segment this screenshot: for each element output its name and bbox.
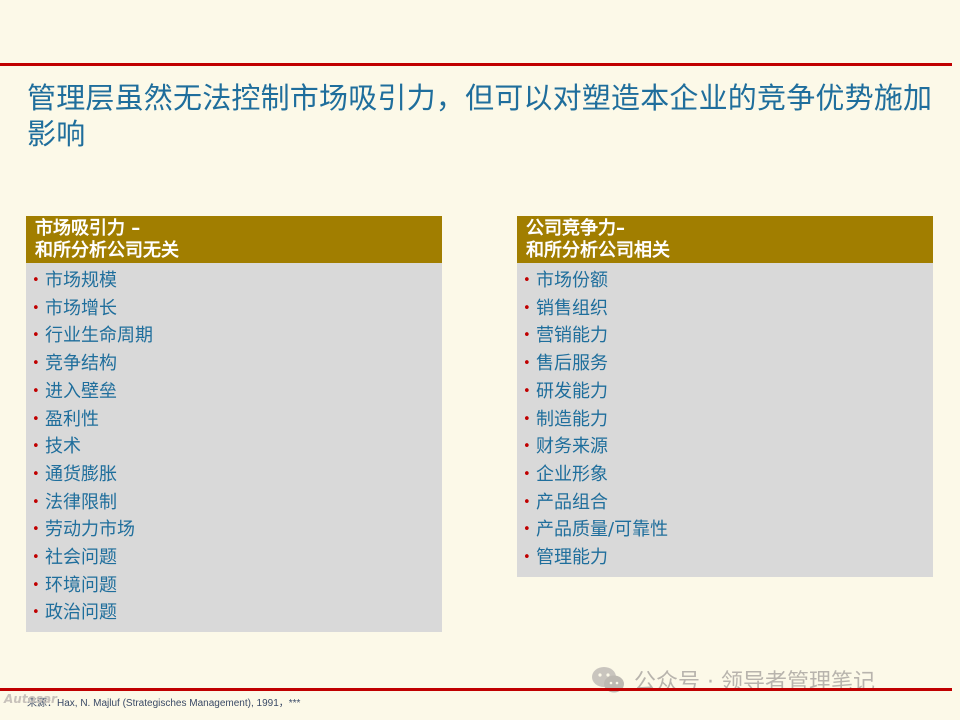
competitiveness-factor-item-label: 制造能力 [536,408,608,430]
market-factor-item-label: 政治问题 [45,602,117,624]
bullet-icon: • [32,522,40,538]
competitiveness-factor-item-label: 管理能力 [536,547,608,569]
market-attractiveness-panel: 市场吸引力 – 和所分析公司无关 • 市场规模 • 市场增长 • 行业生命周期 • 竞争结构 •… [26,216,442,633]
market-factor-item-label: 劳动力市场 [45,519,135,541]
market-attractiveness-list-box: • 市场规模 • 市场增长 • 行业生命周期 • 竞争结构 • 进入壁垒 • 盈利性 • 技术 • 通货膨胀 •… [26,263,442,633]
market-factor-item: • 行业生命周期 [32,322,442,350]
bullet-icon: • [523,494,531,510]
competitiveness-factor-item: • 售后服务 [523,350,933,378]
bottom-divider [0,688,952,691]
market-factor-item-label: 市场增长 [45,297,117,319]
competitiveness-factor-item: • 产品组合 [523,489,933,517]
market-factor-item: • 政治问题 [32,599,442,627]
competitiveness-factor-item: • 销售组织 [523,295,933,323]
competitiveness-factor-item: • 产品质量/可靠性 [523,516,933,544]
market-factor-item-label: 盈利性 [45,408,99,430]
market-factor-item: • 通货膨胀 [32,461,442,489]
bullet-icon: • [32,605,40,621]
market-factor-item-label: 法律限制 [45,491,117,513]
competitiveness-factor-item: • 市场份额 [523,267,933,295]
company-competitiveness-panel: 公司竞争力– 和所分析公司相关 • 市场份额 • 销售组织 • 营销能力 • 售后服务 • 研发能… [517,216,933,577]
market-factor-item: • 进入壁垒 [32,378,442,406]
company-competitiveness-list-box: • 市场份额 • 销售组织 • 营销能力 • 售后服务 • 研发能力 • 制造能力 • 财务来源 • 企业形象… [517,263,933,577]
watermark-text: 公众号 · 领导者管理笔记 [634,670,875,695]
company-competitiveness-list: • 市场份额 • 销售组织 • 营销能力 • 售后服务 • 研发能力 • 制造能力 • 财务来源 • 企业形象… [523,267,933,572]
competitiveness-factor-item: • 研发能力 [523,378,933,406]
source-citation: 来源：Hax, N. Majluf (Strategisches Managem… [27,698,301,709]
top-divider [0,63,952,66]
bullet-icon: • [523,356,531,372]
market-factor-item: • 技术 [32,433,442,461]
market-factor-item: • 环境问题 [32,572,442,600]
competitiveness-factor-item-label: 售后服务 [536,353,608,375]
competitiveness-factor-item-label: 产品质量/可靠性 [536,519,669,541]
market-factor-item-label: 技术 [45,436,81,458]
bullet-icon: • [32,577,40,593]
bullet-icon: • [32,466,40,482]
bullet-icon: • [32,300,40,316]
bullet-icon: • [523,383,531,399]
competitiveness-factor-item: • 管理能力 [523,544,933,572]
competitiveness-factor-item-label: 财务来源 [536,436,608,458]
market-attractiveness-heading-line2: 和所分析公司无关 [35,239,179,261]
bullet-icon: • [523,328,531,344]
market-factor-item-label: 竞争结构 [45,353,117,375]
market-factor-item-label: 环境问题 [45,574,117,596]
market-factor-item: • 劳动力市场 [32,516,442,544]
competitiveness-factor-item-label: 销售组织 [536,297,608,319]
competitiveness-factor-item: • 财务来源 [523,433,933,461]
market-factor-item-label: 社会问题 [45,547,117,569]
corner-logo: Autosar [4,692,57,706]
market-factor-item-label: 通货膨胀 [45,463,117,485]
market-factor-item: • 盈利性 [32,406,442,434]
competitiveness-factor-item-label: 营销能力 [536,325,608,347]
market-factor-item-label: 行业生命周期 [45,325,153,347]
bullet-icon: • [32,550,40,566]
bullet-icon: • [523,273,531,288]
competitiveness-factor-item: • 企业形象 [523,461,933,489]
bullet-icon: • [32,494,40,510]
bullet-icon: • [523,466,531,482]
bullet-icon: • [523,439,531,455]
bullet-icon: • [32,328,40,344]
bullet-icon: • [32,439,40,455]
market-factor-item-label: 进入壁垒 [45,380,117,402]
market-factor-item-label: 市场规模 [45,270,117,291]
market-attractiveness-heading-line1: 市场吸引力 – [35,217,141,239]
company-competitiveness-heading-line2: 和所分析公司相关 [526,239,670,261]
bullet-icon: • [523,300,531,316]
competitiveness-factor-item: • 营销能力 [523,322,933,350]
competitiveness-factor-item: • 制造能力 [523,406,933,434]
bullet-icon: • [32,273,40,288]
company-competitiveness-header: 公司竞争力– 和所分析公司相关 [517,216,933,263]
bullet-icon: • [523,522,531,538]
market-factor-item: • 市场增长 [32,295,442,323]
bullet-icon: • [523,550,531,566]
competitiveness-factor-item-label: 市场份额 [536,270,608,291]
market-attractiveness-list: • 市场规模 • 市场增长 • 行业生命周期 • 竞争结构 • 进入壁垒 • 盈利性 • 技术 • 通货膨胀 •… [32,267,442,627]
competitiveness-factor-item-label: 企业形象 [536,463,608,485]
market-factor-item: • 市场规模 [32,267,442,295]
page-title: 管理层虽然无法控制市场吸引力，但可以对塑造本企业的竞争优势施加影响 [27,81,933,151]
wechat-watermark: 公众号 · 领导者管理笔记 [590,664,875,696]
market-factor-item: • 竞争结构 [32,350,442,378]
bullet-icon: • [32,356,40,372]
bullet-icon: • [523,411,531,427]
market-attractiveness-header: 市场吸引力 – 和所分析公司无关 [26,216,442,263]
company-competitiveness-heading-line1: 公司竞争力– [526,217,625,239]
competitiveness-factor-item-label: 产品组合 [536,491,608,513]
bullet-icon: • [32,383,40,399]
competitiveness-factor-item-label: 研发能力 [536,380,608,402]
market-factor-item: • 法律限制 [32,489,442,517]
bullet-icon: • [32,411,40,427]
market-factor-item: • 社会问题 [32,544,442,572]
